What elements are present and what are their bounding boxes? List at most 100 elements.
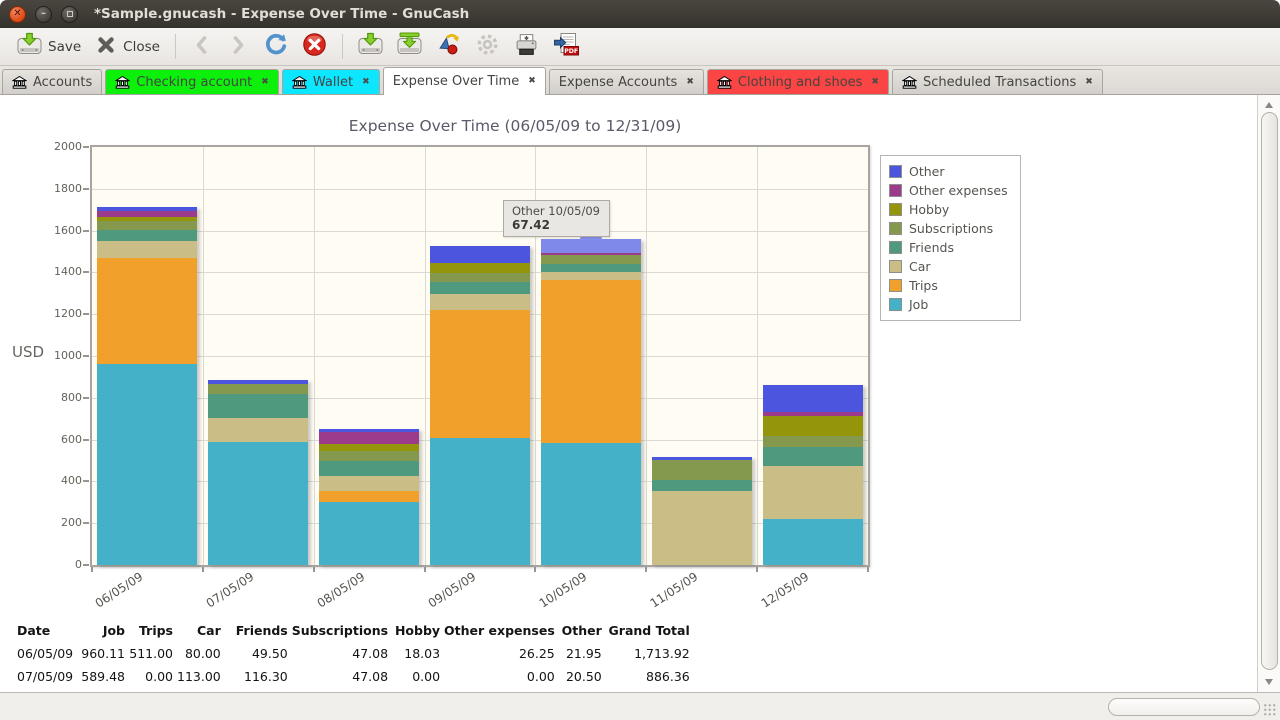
bank-icon [12,76,27,89]
bar-segment-car[interactable] [541,272,641,281]
bar-segment-subscriptions[interactable] [208,384,308,394]
legend-label: Hobby [909,202,949,217]
bar-segment-other-expenses[interactable] [763,412,863,416]
bar-segment-other[interactable] [541,239,641,253]
bar-segment-job[interactable] [208,442,308,565]
bar-segment-car[interactable] [208,418,308,442]
forward-button[interactable] [220,31,256,63]
export-report-button[interactable] [390,30,429,63]
bar-segment-subscriptions[interactable] [541,255,641,264]
bar-segment-job[interactable] [541,443,641,565]
bar-segment-other[interactable] [430,246,530,263]
tab-close-icon[interactable]: ✖ [362,78,370,87]
window-maximize-button[interactable] [61,6,78,23]
reload-button[interactable] [256,30,295,63]
legend-item: Hobby [889,200,1008,219]
window-close-button[interactable]: ✕ [9,6,26,23]
bar-07/05/09[interactable] [208,380,308,565]
bar-segment-other[interactable] [208,380,308,384]
scroll-up-arrow-icon[interactable] [1265,102,1273,108]
bar-segment-friends[interactable] [97,230,197,240]
bar-11/05/09[interactable] [652,457,752,565]
y-axis-tick-label: 1000 [40,349,82,362]
close-report-button[interactable]: Close [88,32,167,62]
bar-segment-car[interactable] [319,476,419,491]
bar-segment-friends[interactable] [430,282,530,293]
legend-swatch [889,241,902,254]
summary-header-cell: Other [557,619,604,642]
bar-segment-job[interactable] [430,438,530,565]
bar-segment-trips[interactable] [319,491,419,502]
bar-segment-other[interactable] [763,385,863,412]
bar-segment-friends[interactable] [541,264,641,271]
bar-segment-hobby[interactable] [97,217,197,221]
tab-close-icon[interactable]: ✖ [871,78,879,87]
tab-close-icon[interactable]: ✖ [261,78,269,87]
window-minimize-button[interactable]: – [35,6,52,23]
y-axis-tick-label: 1400 [40,265,82,278]
bar-segment-job[interactable] [319,502,419,565]
bar-segment-friends[interactable] [763,447,863,466]
tab-close-icon[interactable]: ✖ [686,78,694,87]
bar-12/05/09[interactable] [763,385,863,565]
y-axis-tick-label: 1200 [40,307,82,320]
bar-segment-other[interactable] [319,429,419,432]
bar-segment-hobby[interactable] [430,263,530,273]
bar-06/05/09[interactable] [97,207,197,565]
tab-expense-accounts[interactable]: Expense Accounts✖ [549,69,704,94]
bar-segment-subscriptions[interactable] [652,460,752,479]
bar-segment-hobby[interactable] [319,444,419,450]
settings-button[interactable] [468,30,507,63]
tab-scheduled-transactions[interactable]: Scheduled Transactions✖ [892,69,1103,94]
bar-segment-other-expenses[interactable] [97,211,197,216]
bar-segment-car[interactable] [97,241,197,258]
save-disk-icon [358,32,383,61]
bar-09/05/09[interactable] [430,246,530,565]
bar-segment-hobby[interactable] [763,416,863,436]
bar-10/05/09[interactable] [541,239,641,565]
bar-segment-car[interactable] [430,294,530,311]
svg-text:PDF: PDF [564,48,578,55]
scroll-down-arrow-icon[interactable] [1265,679,1273,685]
bar-segment-other[interactable] [97,207,197,212]
y-axis-tick [83,522,89,524]
tab-close-icon[interactable]: ✖ [528,77,536,86]
save-report-button[interactable] [351,30,390,63]
bar-segment-friends[interactable] [208,394,308,418]
bar-segment-friends[interactable] [652,480,752,491]
bar-segment-job[interactable] [763,519,863,565]
bar-segment-other-expenses[interactable] [541,253,641,255]
vertical-scrollbar[interactable] [1257,95,1280,692]
print-button[interactable] [507,30,546,63]
bar-segment-subscriptions[interactable] [97,221,197,231]
tab-close-icon[interactable]: ✖ [1085,78,1093,87]
bar-segment-other[interactable] [652,457,752,460]
bar-segment-job[interactable] [97,364,197,565]
tab-wallet[interactable]: Wallet✖ [282,69,380,94]
resize-grip[interactable] [1263,703,1277,717]
tab-clothing-and-shoes[interactable]: Clothing and shoes✖ [707,69,889,94]
legend-label: Other [909,164,945,179]
stop-button[interactable] [295,30,334,63]
export-pdf-button[interactable]: PDF [546,30,587,64]
bar-segment-car[interactable] [763,466,863,519]
bar-segment-car[interactable] [652,491,752,565]
bar-segment-friends[interactable] [319,461,419,476]
bar-segment-subscriptions[interactable] [430,273,530,283]
bar-segment-trips[interactable] [541,280,641,443]
bar-segment-other-expenses[interactable] [319,432,419,445]
save-button[interactable]: Save [10,30,88,63]
tab-accounts[interactable]: Accounts [2,69,102,94]
summary-header-cell: Job [77,619,127,642]
vertical-scrollbar-thumb[interactable] [1261,112,1278,670]
tab-expense-over-time[interactable]: Expense Over Time✖ [383,67,546,95]
table-row: 06/05/09960.11511.0080.0049.5047.0818.03… [15,642,692,665]
bar-segment-subscriptions[interactable] [763,436,863,447]
bar-segment-trips[interactable] [430,310,530,437]
bar-08/05/09[interactable] [319,429,419,565]
tab-checking-account[interactable]: Checking account✖ [105,69,279,94]
bar-segment-trips[interactable] [97,258,197,365]
report-options-button[interactable] [429,30,468,63]
back-button[interactable] [184,31,220,63]
bar-segment-subscriptions[interactable] [319,451,419,461]
